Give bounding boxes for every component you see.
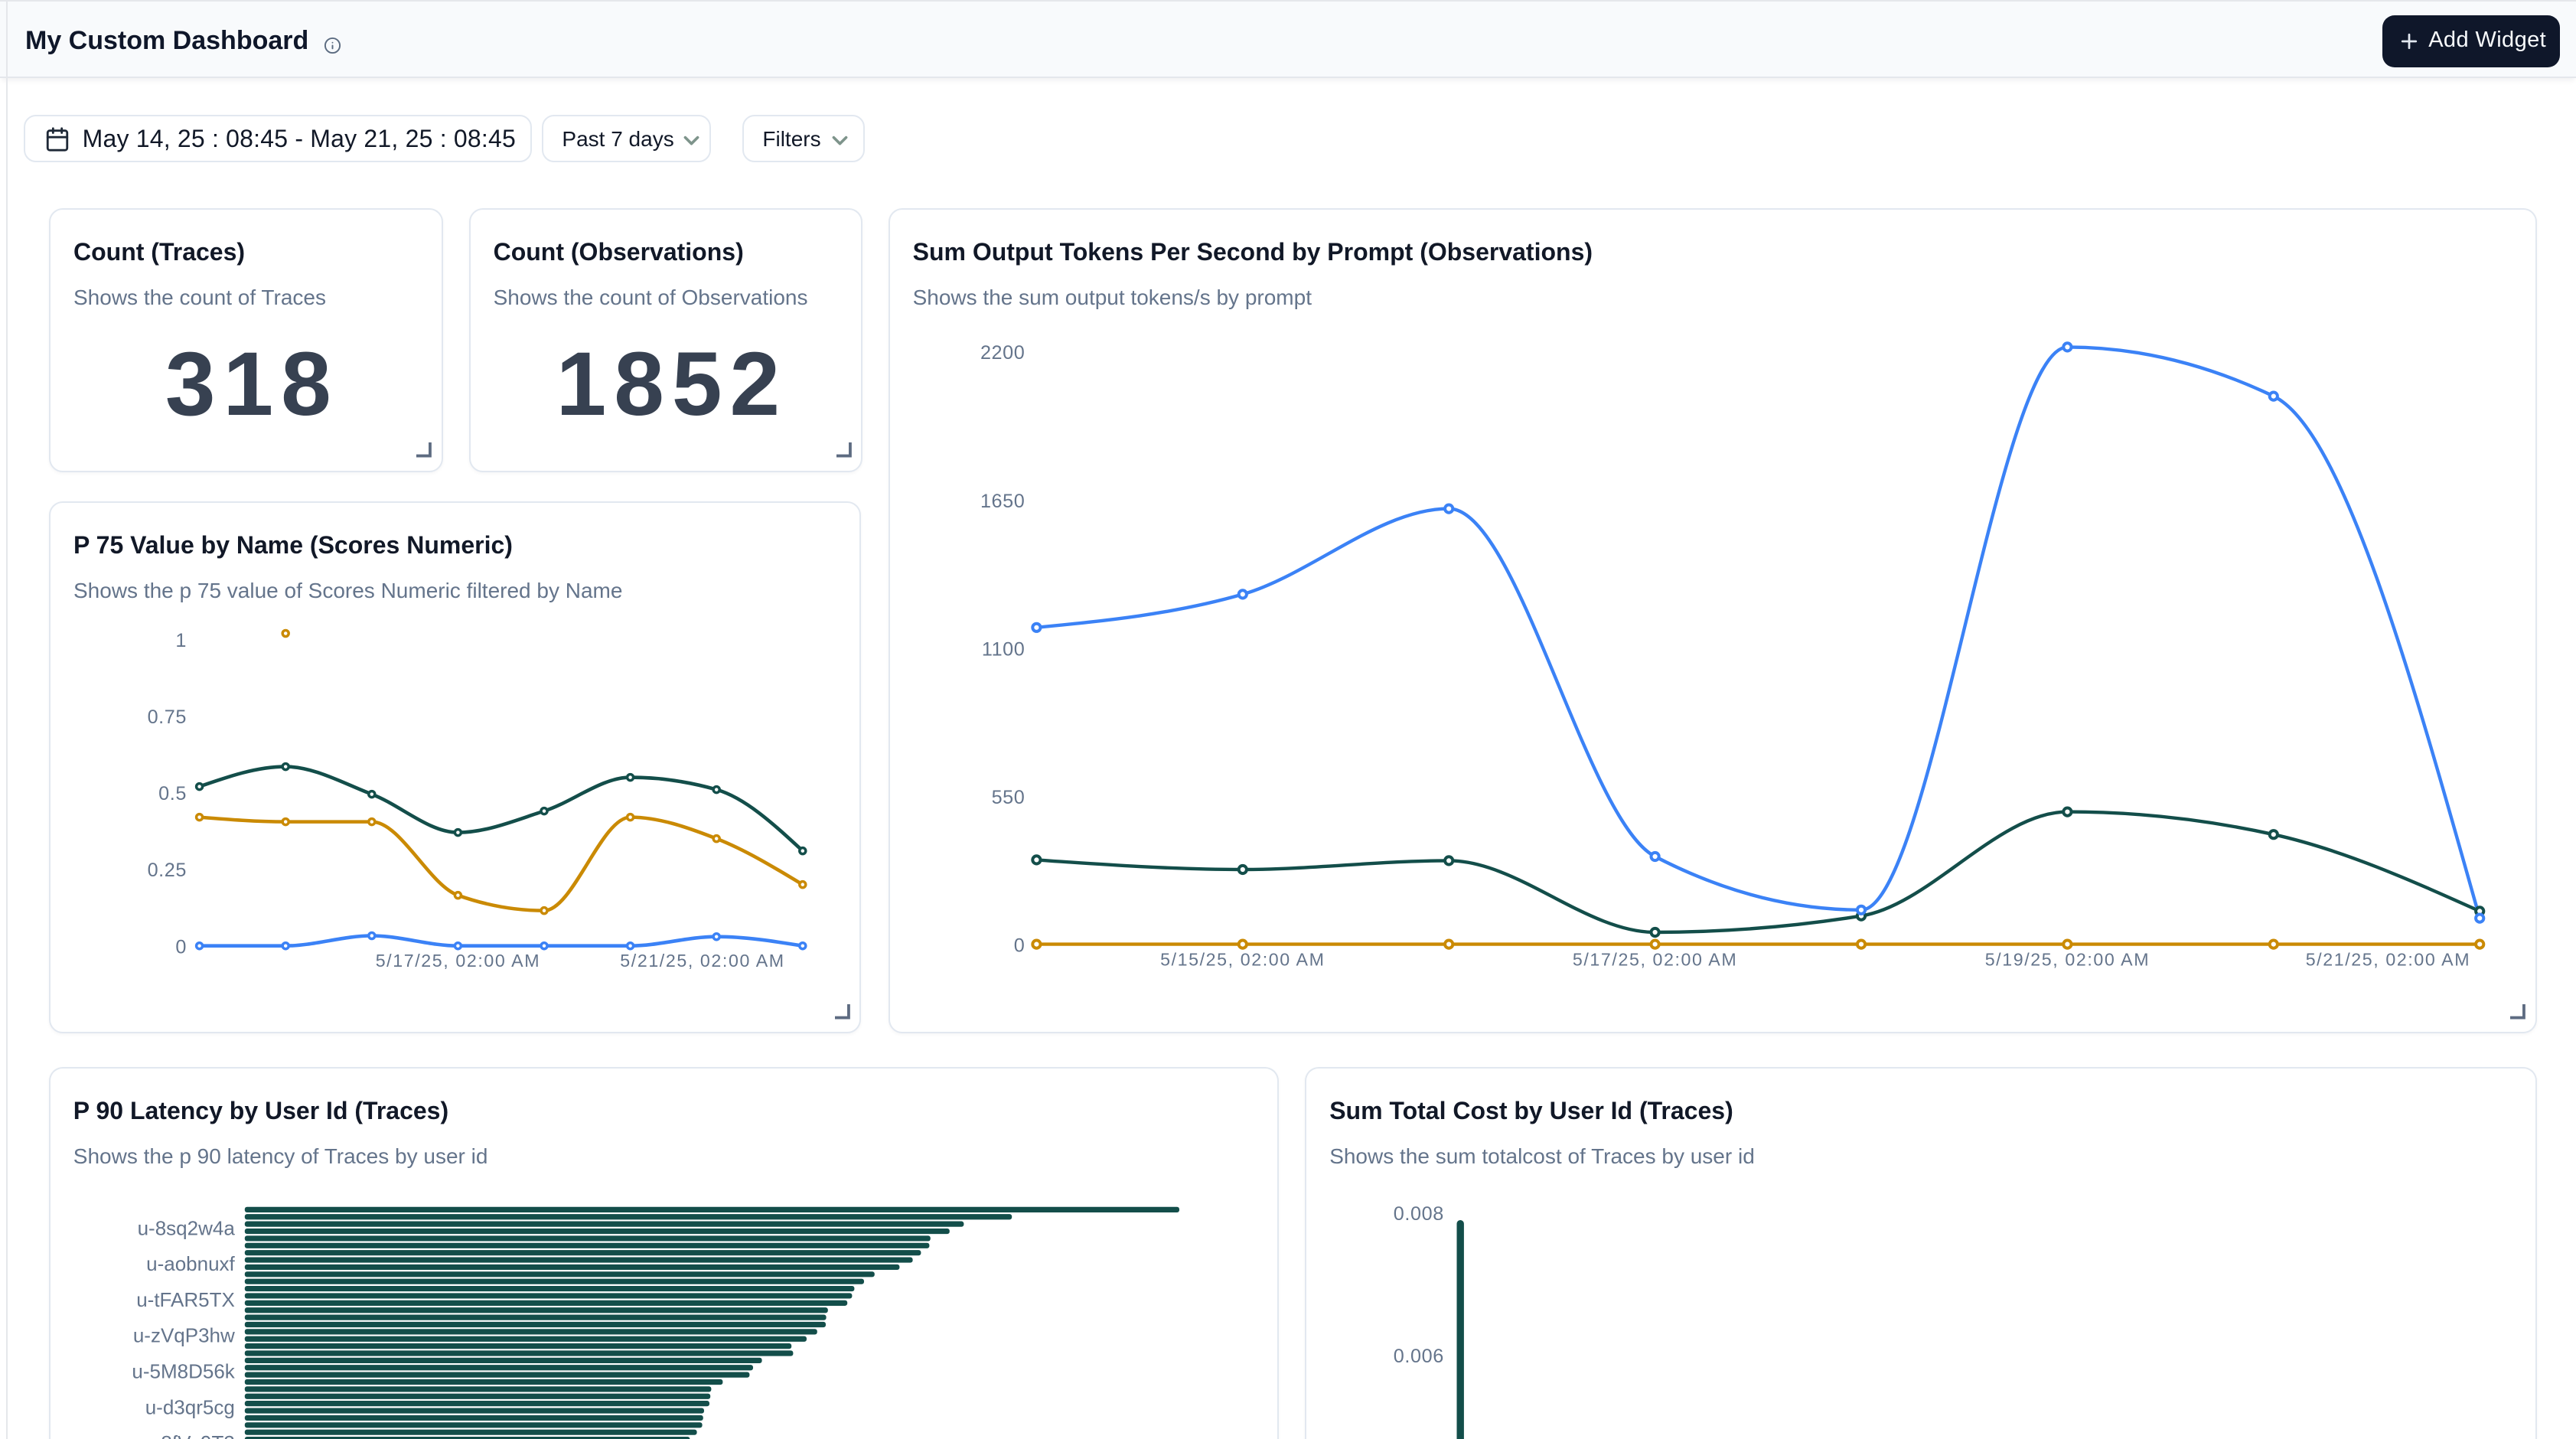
svg-text:0.75: 0.75: [148, 706, 187, 728]
svg-text:5/17/25, 02:00 AM: 5/17/25, 02:00 AM: [376, 951, 540, 971]
svg-text:u-5M8D56k: u-5M8D56k: [132, 1359, 235, 1382]
svg-text:u-tFAR5TX: u-tFAR5TX: [136, 1288, 235, 1311]
svg-text:5/21/25, 02:00 AM: 5/21/25, 02:00 AM: [2305, 950, 2470, 970]
svg-text:u-d3qr5cg: u-d3qr5cg: [145, 1395, 235, 1418]
svg-text:0.25: 0.25: [148, 860, 187, 881]
svg-text:1650: 1650: [980, 491, 1025, 512]
svg-text:5/19/25, 02:00 AM: 5/19/25, 02:00 AM: [1984, 950, 2149, 970]
svg-text:0.008: 0.008: [1394, 1203, 1444, 1225]
svg-text:u-8sq2w4a: u-8sq2w4a: [137, 1216, 235, 1239]
svg-text:1: 1: [175, 630, 187, 651]
svg-text:u-zVqP3hw: u-zVqP3hw: [133, 1324, 235, 1347]
svg-text:u-aobnuxf: u-aobnuxf: [146, 1252, 235, 1275]
svg-text:u-8fVa9T3: u-8fVa9T3: [143, 1431, 234, 1439]
svg-text:0.006: 0.006: [1394, 1346, 1444, 1367]
svg-text:5/21/25, 02:00 AM: 5/21/25, 02:00 AM: [620, 951, 784, 971]
svg-text:2200: 2200: [980, 342, 1025, 364]
svg-text:0: 0: [1013, 935, 1025, 957]
svg-text:5/15/25, 02:00 AM: 5/15/25, 02:00 AM: [1160, 950, 1325, 970]
svg-text:0.5: 0.5: [158, 783, 187, 804]
svg-text:0: 0: [175, 936, 187, 958]
svg-text:5/17/25, 02:00 AM: 5/17/25, 02:00 AM: [1572, 950, 1736, 970]
svg-text:1100: 1100: [981, 638, 1025, 660]
svg-text:550: 550: [991, 787, 1025, 808]
